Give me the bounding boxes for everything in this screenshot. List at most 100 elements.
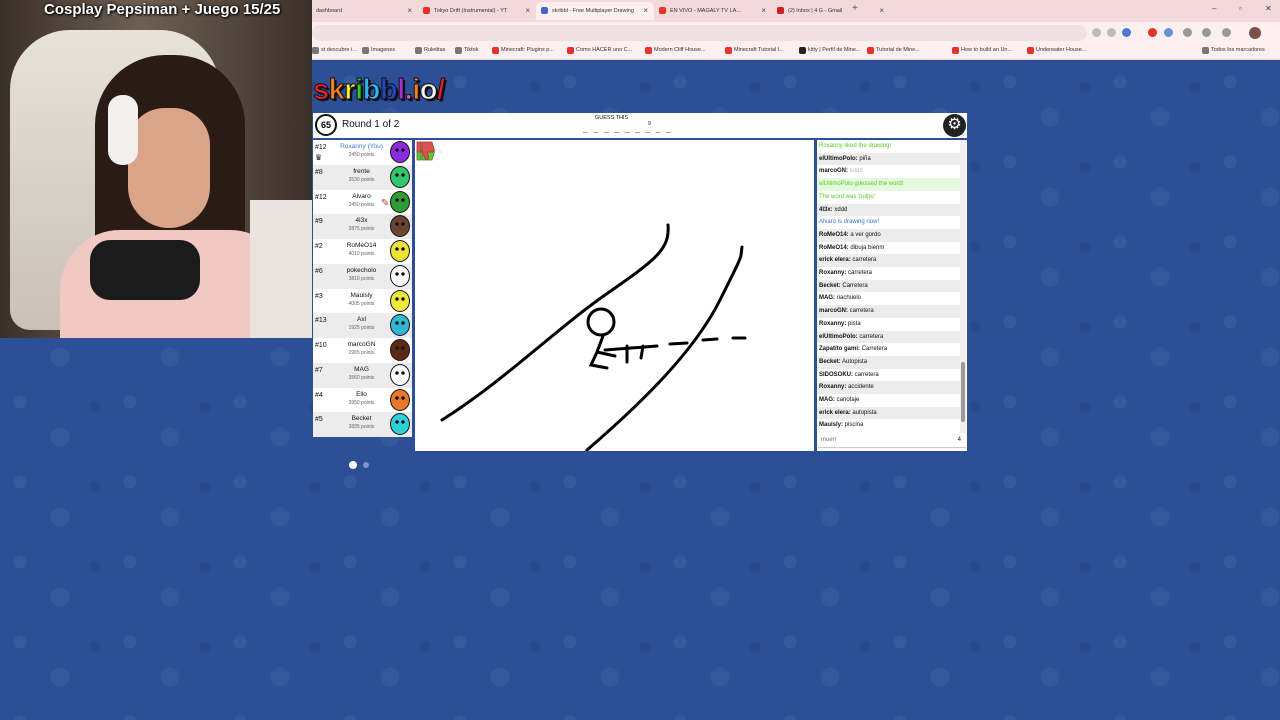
chat-text: carretera bbox=[846, 270, 873, 276]
browser-tab[interactable]: EN VIVO - MAGALY TV LA... × bbox=[654, 2, 772, 20]
chat-scroll-thumb[interactable] bbox=[961, 362, 965, 422]
avatar-eyes bbox=[395, 172, 405, 177]
player-list: #12 Roxanny (You) 2450 points ♛ #8 frente 3530… bbox=[313, 140, 412, 438]
logo-letter: b bbox=[362, 74, 381, 107]
bookmark-item[interactable]: Underwater House... bbox=[1027, 47, 1086, 54]
tab-close-icon[interactable]: × bbox=[407, 6, 412, 15]
player-rank: #12 bbox=[315, 193, 327, 201]
player-points: 3950 points bbox=[348, 399, 375, 406]
carousel-dot-active[interactable] bbox=[349, 461, 357, 469]
browser-tab[interactable]: dashboard × bbox=[300, 2, 418, 20]
puzzle-icon[interactable] bbox=[1202, 28, 1211, 37]
thumbs-down-icon[interactable] bbox=[415, 140, 435, 162]
chat-message: 4l3x: xddd bbox=[817, 203, 960, 217]
chat-message: marcoGN: carretera bbox=[817, 305, 960, 318]
chat-text: piña bbox=[857, 155, 871, 162]
chat-text: xddd bbox=[848, 168, 863, 175]
chat-message: erick elera: carretera bbox=[817, 254, 960, 267]
player-avatar bbox=[390, 190, 410, 213]
player-avatar bbox=[390, 240, 410, 262]
url-input[interactable] bbox=[312, 25, 1087, 41]
bookmark-item[interactable]: Tiktok bbox=[455, 47, 478, 54]
bookmark-item[interactable]: Como HACER uno C... bbox=[567, 47, 633, 54]
chat-author: Zapatito gami: bbox=[819, 346, 861, 353]
chat-message: marcoGN: xddd bbox=[817, 165, 960, 178]
tab-close-icon[interactable]: × bbox=[761, 6, 766, 15]
bookmark-label: Todos los marcadores bbox=[1211, 47, 1265, 53]
chat-text: carretera bbox=[857, 333, 884, 340]
extension-icon[interactable] bbox=[1164, 28, 1173, 37]
tab-close-icon[interactable]: × bbox=[525, 6, 530, 15]
word-hint: _ _ _ _ _ _ _ _ _ bbox=[583, 126, 672, 135]
player-row[interactable]: #6 pokecholo 3810 points bbox=[313, 263, 412, 289]
bookmark-item[interactable]: Modern Cliff House... bbox=[645, 47, 706, 54]
player-avatar bbox=[390, 141, 410, 163]
bookmark-item[interactable]: Minecraft Tutorial I... bbox=[725, 47, 784, 54]
bookmark-item[interactable]: st descubre i... bbox=[312, 47, 357, 54]
round-indicator: Round 1 of 2 bbox=[342, 119, 400, 130]
bookmark-icon bbox=[952, 47, 959, 54]
bookmark-item[interactable]: kitty | Perfil de Mine... bbox=[799, 47, 860, 54]
player-row[interactable]: #12 Roxanny (You) 2450 points ♛ bbox=[313, 140, 412, 165]
share-icon[interactable] bbox=[1107, 28, 1116, 37]
browser-tab[interactable]: (2) Inbox | 4 G - Gmail × bbox=[772, 2, 890, 20]
player-row[interactable]: #12 Alvaro 2450 points ✎ bbox=[313, 190, 412, 215]
player-avatar bbox=[390, 413, 410, 436]
translate-icon[interactable] bbox=[1092, 28, 1101, 37]
bookmark-label: Como HACER uno C... bbox=[576, 47, 633, 53]
tab-close-icon[interactable]: × bbox=[879, 6, 884, 15]
chat-char-count: 4 bbox=[957, 437, 961, 443]
microphone bbox=[90, 240, 200, 300]
player-row[interactable]: #10 marcoGN 2965 points bbox=[313, 338, 412, 363]
avatar-eyes bbox=[395, 148, 405, 152]
bookmark-item[interactable]: Tutorial de Mine... bbox=[867, 47, 920, 54]
player-row[interactable]: #2 RoMeO14 4010 points bbox=[313, 239, 412, 264]
player-row[interactable]: #7 MAG 3560 points bbox=[313, 362, 412, 388]
bookmark-item[interactable]: Ruletitas bbox=[415, 47, 445, 54]
tab-close-icon[interactable]: × bbox=[643, 6, 648, 15]
chat-scrollbar[interactable] bbox=[960, 140, 966, 433]
chat-author: SIDOSOKU: bbox=[819, 371, 854, 378]
bookmark-item[interactable]: Minecraft: Plugins p... bbox=[492, 47, 554, 54]
chat-input[interactable]: muerr bbox=[818, 434, 966, 448]
bookmark-item[interactable]: How to build an Un... bbox=[952, 47, 1012, 54]
player-row[interactable]: #8 frente 3530 points bbox=[313, 164, 412, 190]
maximize-icon[interactable]: ▫ bbox=[1239, 4, 1242, 13]
opera-icon[interactable] bbox=[1148, 28, 1157, 37]
chat-message: RoMeO14: a ver gordo bbox=[817, 228, 960, 242]
chat-message: RoMeO14: dibuja bienm bbox=[817, 242, 960, 255]
player-name: Axl bbox=[356, 316, 367, 324]
settings-gear-icon[interactable]: ⚙ bbox=[943, 114, 966, 137]
chat-text: a ver gordo bbox=[848, 231, 881, 238]
player-row[interactable]: #9 4l3x 2875 points bbox=[313, 214, 412, 240]
carousel-dot[interactable] bbox=[363, 462, 369, 468]
profile-avatar[interactable] bbox=[1249, 27, 1261, 39]
bookmark-star-icon[interactable] bbox=[1122, 28, 1131, 37]
tab-label: dashboard bbox=[316, 8, 342, 14]
player-row[interactable]: #5 Becket 3835 points bbox=[313, 412, 412, 438]
browser-tab[interactable]: Tokyo Drift (Instrumental) - YT × bbox=[418, 2, 536, 20]
player-avatar bbox=[390, 289, 410, 312]
avatar-eyes bbox=[395, 346, 405, 350]
minimize-icon[interactable]: – bbox=[1212, 4, 1216, 13]
player-row[interactable]: #3 Mauisly 4005 points bbox=[313, 289, 412, 314]
bookmark-item[interactable]: Imagenes bbox=[362, 47, 395, 54]
player-points: 4005 points bbox=[348, 300, 375, 307]
new-tab-button[interactable]: + bbox=[852, 3, 858, 14]
chat-text: canotaje bbox=[835, 397, 860, 403]
chat-message: erick elera: autopista bbox=[817, 406, 960, 420]
player-avatar bbox=[390, 363, 410, 386]
drawing-canvas[interactable]: Alvaro is bbox=[415, 140, 814, 451]
avatar-eyes bbox=[395, 197, 405, 202]
browser-tab[interactable]: skribbl - Free Multiplayer Drawing × bbox=[536, 2, 654, 20]
bookmark-item[interactable]: Todos los marcadores bbox=[1202, 47, 1265, 54]
player-name: MAG bbox=[354, 365, 369, 373]
sidebar-icon[interactable] bbox=[1222, 28, 1231, 37]
player-name: Ello bbox=[356, 390, 367, 398]
cast-icon[interactable] bbox=[1183, 28, 1192, 37]
close-window-icon[interactable]: ✕ bbox=[1265, 4, 1272, 13]
chat-author: erick elera: bbox=[819, 257, 851, 264]
player-row[interactable]: #13 Axl 1925 points bbox=[313, 313, 412, 339]
player-row[interactable]: #4 Ello 3950 points bbox=[313, 388, 412, 413]
player-rank: #4 bbox=[315, 391, 323, 399]
